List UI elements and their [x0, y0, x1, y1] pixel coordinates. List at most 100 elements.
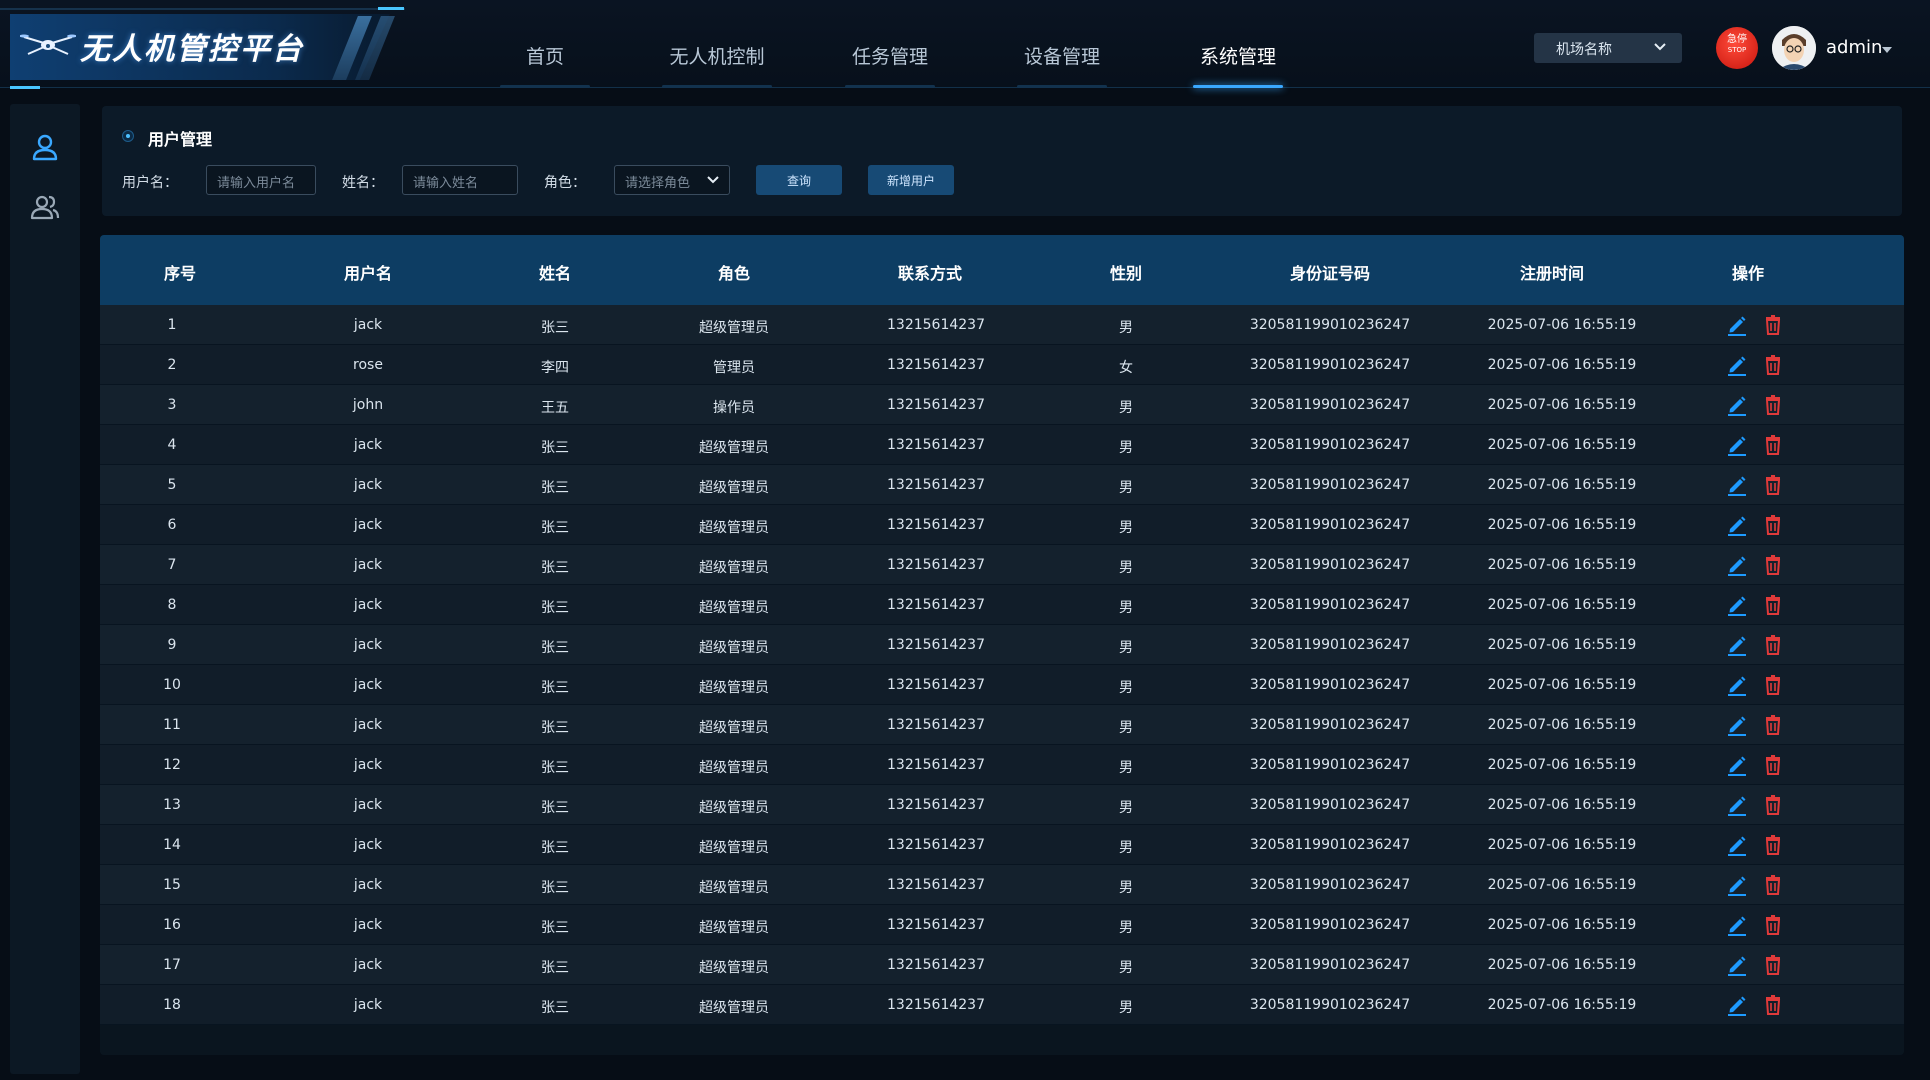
cell-contact: 13215614237: [887, 637, 985, 653]
delete-icon[interactable]: [1762, 914, 1784, 936]
sidebar: [10, 104, 80, 1074]
name-input[interactable]: 请输入姓名: [402, 165, 518, 195]
nav-task-management-label: 任务管理: [851, 46, 928, 68]
delete-icon[interactable]: [1762, 674, 1784, 696]
role-select[interactable]: 请选择角色: [614, 165, 730, 195]
cell-register-time: 2025-07-06 16:55:19: [1487, 477, 1637, 493]
cell-username: jack: [353, 797, 383, 813]
cell-register-time: 2025-07-06 16:55:19: [1487, 837, 1637, 853]
cell-username: jack: [353, 597, 383, 613]
edit-icon[interactable]: [1726, 994, 1748, 1016]
delete-icon[interactable]: [1762, 554, 1784, 576]
nav-home[interactable]: 首页: [490, 42, 600, 88]
emergency-stop-button[interactable]: 急停 STOP: [1716, 27, 1758, 69]
cell-register-time: 2025-07-06 16:55:19: [1487, 677, 1637, 693]
table-row: 9 jack 张三 超级管理员 13215614237 男 3205811990102362…: [100, 625, 1904, 665]
cell-role: 超级管理员: [699, 920, 769, 936]
delete-icon[interactable]: [1762, 474, 1784, 496]
edit-icon[interactable]: [1726, 314, 1748, 336]
edit-icon[interactable]: [1726, 554, 1748, 576]
nav-system-management[interactable]: 系统管理: [1183, 42, 1293, 88]
cell-contact: 13215614237: [887, 717, 985, 733]
cell-register-time: 2025-07-06 16:55:19: [1487, 957, 1637, 973]
delete-icon[interactable]: [1762, 714, 1784, 736]
edit-icon[interactable]: [1726, 794, 1748, 816]
edit-icon[interactable]: [1726, 714, 1748, 736]
cell-id-number: 320581199010236247: [1249, 477, 1411, 493]
cell-gender: 男: [1119, 320, 1133, 336]
caret-down-icon[interactable]: [1882, 47, 1892, 53]
top-header: 无人机管控平台 首页 无人机控制 任务管理 设备管理 系统管理 机场名称 急停 …: [0, 0, 1930, 89]
cell-register-time: 2025-07-06 16:55:19: [1487, 877, 1637, 893]
user-icon[interactable]: [30, 132, 60, 162]
cell-gender: 男: [1119, 1000, 1133, 1016]
delete-icon[interactable]: [1762, 834, 1784, 856]
cell-name: 张三: [541, 480, 569, 496]
cell-role: 超级管理员: [699, 600, 769, 616]
nav-device-management[interactable]: 设备管理: [1007, 42, 1117, 88]
edit-icon[interactable]: [1726, 914, 1748, 936]
cell-gender: 男: [1119, 480, 1133, 496]
edit-icon[interactable]: [1726, 394, 1748, 416]
cell-name: 张三: [541, 320, 569, 336]
edit-icon[interactable]: [1726, 954, 1748, 976]
search-panel: 用户管理 用户名： 请输入用户名 姓名： 请输入姓名 角色： 请选择角色 查询 …: [102, 106, 1902, 216]
edit-icon[interactable]: [1726, 674, 1748, 696]
cell-id-number: 320581199010236247: [1249, 677, 1411, 693]
username-input[interactable]: 请输入用户名: [206, 165, 316, 195]
edit-icon[interactable]: [1726, 514, 1748, 536]
delete-icon[interactable]: [1762, 634, 1784, 656]
users-icon[interactable]: [30, 192, 60, 222]
cell-role: 超级管理员: [699, 320, 769, 336]
cell-username: jack: [353, 517, 383, 533]
edit-icon[interactable]: [1726, 634, 1748, 656]
delete-icon[interactable]: [1762, 434, 1784, 456]
drone-logo-icon: [20, 34, 76, 55]
delete-icon[interactable]: [1762, 994, 1784, 1016]
cell-contact: 13215614237: [887, 317, 985, 333]
cell-username: rose: [353, 357, 383, 373]
edit-icon[interactable]: [1726, 434, 1748, 456]
nav-drone-control[interactable]: 无人机控制: [652, 42, 782, 88]
cell-id-number: 320581199010236247: [1249, 957, 1411, 973]
delete-icon[interactable]: [1762, 314, 1784, 336]
airport-select[interactable]: 机场名称: [1534, 33, 1682, 63]
add-user-button[interactable]: 新增用户: [868, 165, 954, 195]
table-row: 8 jack 张三 超级管理员 13215614237 男 3205811990102362…: [100, 585, 1904, 625]
delete-icon[interactable]: [1762, 754, 1784, 776]
edit-icon[interactable]: [1726, 594, 1748, 616]
edit-icon[interactable]: [1726, 354, 1748, 376]
cell-register-time: 2025-07-06 16:55:19: [1487, 557, 1637, 573]
nav-task-management[interactable]: 任务管理: [835, 42, 945, 88]
table-row: 6 jack 张三 超级管理员 13215614237 男 3205811990102362…: [100, 505, 1904, 545]
cell-id-number: 320581199010236247: [1249, 797, 1411, 813]
col-header-id-number: 身份证号码: [1289, 264, 1371, 283]
delete-icon[interactable]: [1762, 594, 1784, 616]
cell-contact: 13215614237: [887, 837, 985, 853]
table-row: 3 john 王五 操作员 13215614237 男 320581199010236247…: [100, 385, 1904, 425]
cell-name: 张三: [541, 640, 569, 656]
edit-icon[interactable]: [1726, 754, 1748, 776]
edit-icon[interactable]: [1726, 834, 1748, 856]
delete-icon[interactable]: [1762, 514, 1784, 536]
edit-icon[interactable]: [1726, 874, 1748, 896]
cell-gender: 男: [1119, 680, 1133, 696]
cell-gender: 男: [1119, 400, 1133, 416]
col-header-name: 姓名: [538, 264, 572, 283]
delete-icon[interactable]: [1762, 874, 1784, 896]
cell-index: 16: [163, 917, 181, 933]
role-placeholder: 请选择角色: [625, 176, 691, 191]
delete-icon[interactable]: [1762, 794, 1784, 816]
query-button[interactable]: 查询: [756, 165, 842, 195]
edit-icon[interactable]: [1726, 474, 1748, 496]
stop-button-sublabel: STOP: [1727, 46, 1747, 54]
cell-index: 7: [167, 557, 177, 573]
avatar[interactable]: [1772, 26, 1816, 70]
delete-icon[interactable]: [1762, 394, 1784, 416]
cell-username: jack: [353, 477, 383, 493]
delete-icon[interactable]: [1762, 954, 1784, 976]
delete-icon[interactable]: [1762, 354, 1784, 376]
name-placeholder: 请输入姓名: [413, 176, 479, 191]
user-name[interactable]: admin: [1826, 37, 1882, 58]
cell-role: 超级管理员: [699, 480, 769, 496]
